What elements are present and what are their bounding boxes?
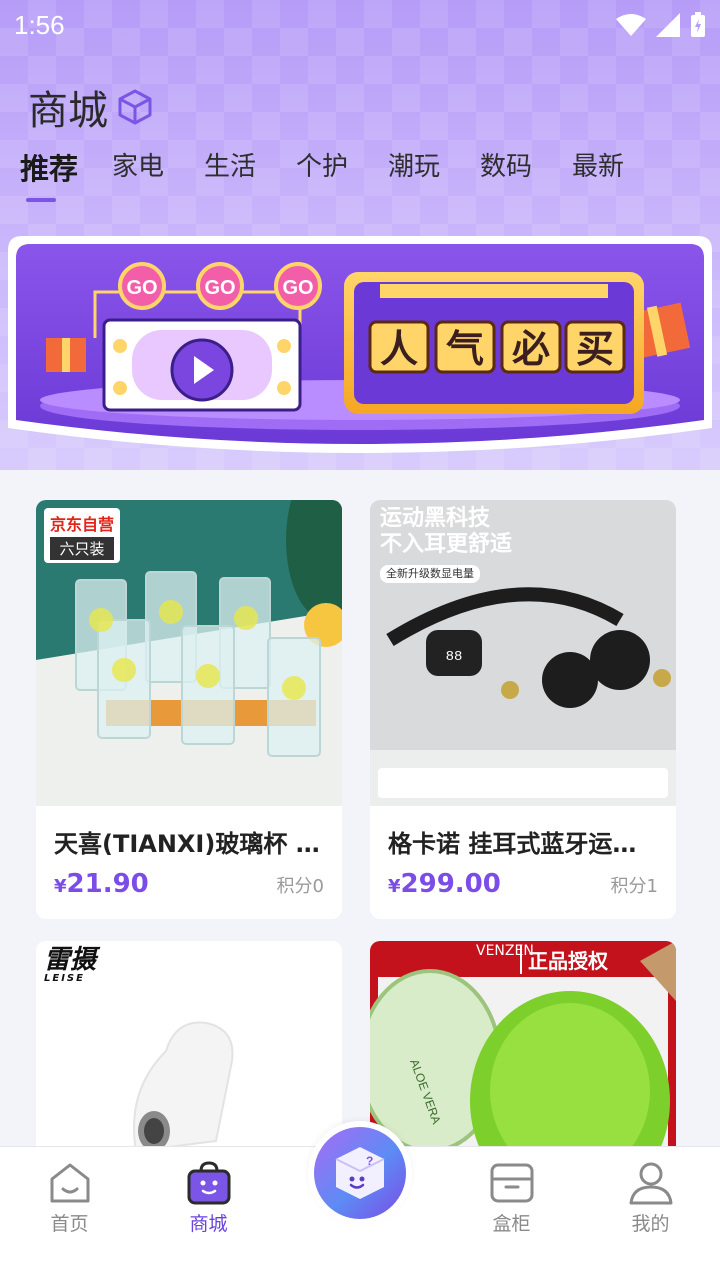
nav-home-label: 首页 [50,1213,89,1235]
go-bubble: GO [196,262,244,310]
shop-bag-icon [187,1161,230,1205]
svg-text:GO: GO [204,277,235,299]
product-price: ¥299.00 [388,869,501,899]
status-time: 1:56 [14,9,65,40]
svg-text:人: 人 [380,327,418,371]
product-title: 天喜(TIANXI)玻璃杯 六只装水杯 [54,830,324,858]
authorized-tag: 正品授权 [520,945,608,974]
blind-box-circle: ? [314,1127,406,1219]
go-bubble: GO [118,262,166,310]
svg-text:GO: GO [282,277,313,299]
mystery-box-icon: ? [335,1147,385,1199]
product-card[interactable]: 88 运动黑科技 不入耳更舒适 全新升级数显电量 格卡诺 挂耳式蓝牙运动耳机 ¥… [370,500,676,919]
cube-icon [118,89,152,125]
nav-cabinet-label: 盒柜 [492,1213,531,1235]
nav-shop-label: 商城 [189,1213,228,1235]
nav-center: ? [278,1121,442,1280]
nav-profile[interactable]: 我的 [581,1147,720,1280]
promo-tag: 全新升级数显电量 [380,565,480,583]
tab-trendy-toys[interactable]: 潮玩 [388,146,480,202]
tab-recommend[interactable]: 推荐 [20,146,112,202]
promo-line1: 运动黑科技 [380,506,491,531]
status-icons [616,12,706,38]
cabinet-icon [490,1163,533,1203]
promo-text: 运动黑科技 不入耳更舒适 全新升级数显电量 [380,506,512,584]
tab-appliances[interactable]: 家电 [112,146,204,202]
svg-text:买: 买 [576,327,614,371]
nav-cabinet[interactable]: 盒柜 [442,1147,581,1280]
home-icon [50,1163,89,1203]
svg-text:?: ? [366,1154,373,1168]
go-bubble: GO [274,262,322,310]
profile-icon [629,1162,672,1205]
svg-text:气: 气 [446,327,484,371]
signal-icon [656,13,680,37]
promo-banner[interactable]: GO GO GO 人 气 必 买 [0,228,720,468]
banner-graphic: GO GO GO 人 气 必 买 [8,236,712,453]
product-points: 积分0 [276,876,324,897]
page-title: 商城 [28,78,154,136]
product-price: ¥21.90 [54,869,149,899]
badge-line2: 六只装 [50,537,115,560]
blind-box-button[interactable]: ? [308,1121,412,1225]
page-title-text: 商城 [28,88,108,134]
status-bar: 1:56 [0,0,720,50]
nav-shop[interactable]: 商城 [139,1147,278,1280]
svg-text:必: 必 [512,327,550,371]
jd-badge: 京东自营 六只装 [44,508,121,563]
product-points: 积分1 [610,876,658,897]
category-tabs: 推荐 家电 生活 个护 潮玩 数码 最新 [20,146,700,202]
tab-personal-care[interactable]: 个护 [296,146,388,202]
nav-home[interactable]: 首页 [0,1147,139,1280]
battery-icon [691,12,705,37]
product-image: 88 运动黑科技 不入耳更舒适 全新升级数显电量 [370,500,676,806]
svg-text:GO: GO [126,277,157,299]
badge-line1: 京东自营 [50,515,115,534]
bottom-nav: 首页 商城 ? 盒柜 我的 [0,1121,720,1280]
promo-line2: 不入耳更舒适 [380,532,513,557]
product-image: 京东自营 六只装 [36,500,342,806]
svg-text:88: 88 [446,649,463,665]
tab-digital[interactable]: 数码 [480,146,572,202]
tab-life[interactable]: 生活 [204,146,296,202]
product-card[interactable]: 京东自营 六只装 天喜(TIANXI)玻璃杯 六只装水杯 ¥21.90 积分0 [36,500,342,919]
product-title: 格卡诺 挂耳式蓝牙运动耳机 [388,830,658,858]
wifi-icon [616,14,646,36]
nav-profile-label: 我的 [631,1213,670,1235]
tab-newest[interactable]: 最新 [572,146,664,202]
